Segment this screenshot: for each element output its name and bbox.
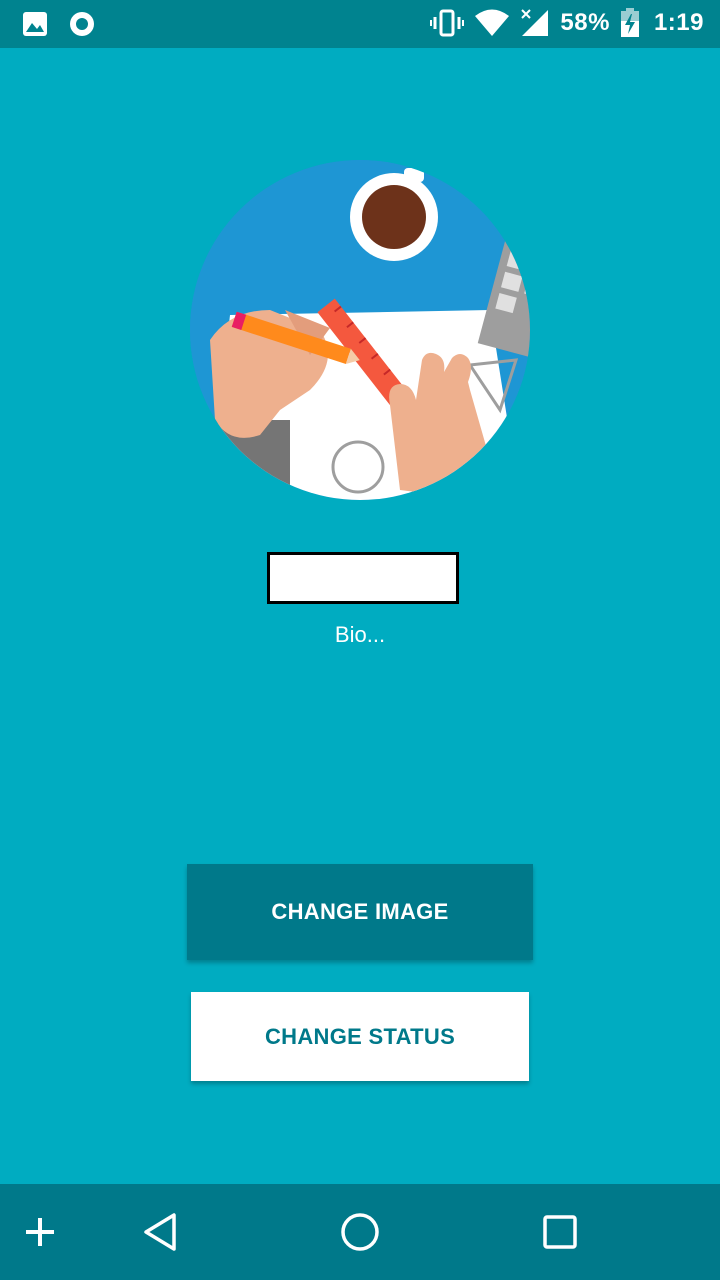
plus-icon[interactable] <box>10 1184 70 1280</box>
record-icon <box>68 10 96 38</box>
battery-charging-icon <box>620 8 640 38</box>
vibrate-icon <box>430 9 465 37</box>
change-status-button[interactable]: CHANGE STATUS <box>191 992 529 1081</box>
profile-avatar[interactable] <box>190 160 530 500</box>
change-image-button[interactable]: CHANGE IMAGE <box>187 864 533 960</box>
recents-icon[interactable] <box>530 1184 590 1280</box>
clock: 1:19 <box>653 9 704 36</box>
status-bar: 58% 1:19 <box>0 0 720 48</box>
battery-percent: 58% <box>560 9 610 36</box>
image-icon <box>22 11 48 37</box>
name-field[interactable] <box>267 552 459 604</box>
home-icon[interactable] <box>330 1184 390 1280</box>
back-icon[interactable] <box>130 1184 190 1280</box>
bio-text[interactable]: Bio... <box>0 622 720 648</box>
navigation-bar <box>0 1184 720 1280</box>
desk-drawing-illustration <box>190 160 530 500</box>
signal-icon <box>520 8 550 38</box>
wifi-icon <box>474 9 510 37</box>
